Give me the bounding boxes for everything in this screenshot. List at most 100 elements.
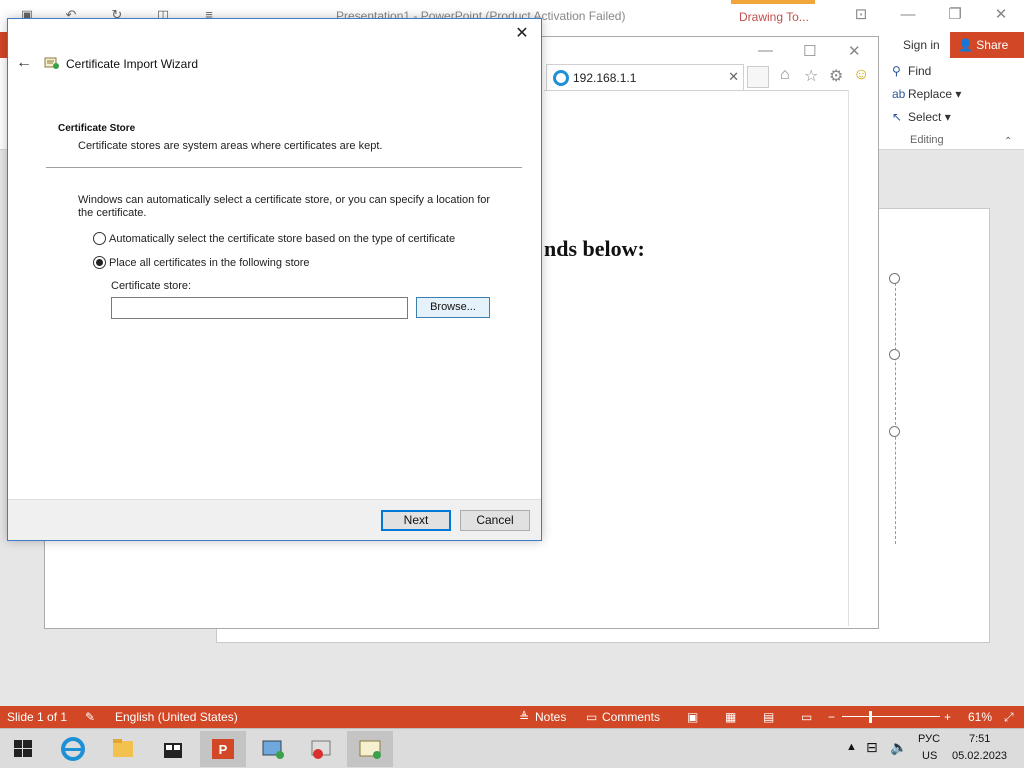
language-indicator[interactable]: English (United States) [115, 710, 238, 724]
ie-maximize-button[interactable]: ☐ [803, 42, 816, 60]
minimize-button[interactable]: — [893, 4, 923, 26]
fit-to-window-icon[interactable]: ⤢ [1004, 710, 1014, 725]
intro-text: Windows can automatically select a certi… [78, 194, 491, 219]
back-arrow-icon[interactable]: ← [14, 53, 34, 73]
radio-place-in-store[interactable]: Place all certificates in the following … [93, 256, 310, 269]
tab-close-icon[interactable]: ✕ [728, 69, 739, 85]
restore-button[interactable]: ❐ [940, 4, 970, 26]
normal-view-icon[interactable]: ▣ [687, 710, 698, 724]
powerpoint-taskbar-button[interactable]: P [200, 731, 246, 767]
ie-scrollbar[interactable] [848, 90, 849, 626]
signin-link[interactable]: Sign in [903, 38, 940, 52]
store-button[interactable] [150, 731, 196, 767]
certificate-store-input[interactable] [111, 297, 408, 319]
favorites-icon[interactable]: ☆ [804, 66, 818, 86]
taskbar: P ▲ ⊟ 🔈 РУС US 7:51 05.02.2023 [0, 728, 1024, 768]
wizard-footer: Next Cancel [8, 499, 541, 540]
select-button[interactable]: ↖ Select ▾ [892, 110, 951, 124]
resize-handle[interactable] [889, 273, 900, 284]
resize-handle[interactable] [889, 349, 900, 360]
replace-label: Replace [908, 87, 953, 101]
share-label: Share [976, 38, 1009, 52]
find-button[interactable]: ⚲ Find [892, 64, 931, 78]
browse-button[interactable]: Browse... [416, 297, 490, 318]
feedback-smiley-icon[interactable]: ☺ [853, 66, 869, 84]
powerpoint-icon: P [212, 739, 234, 759]
slide-counter: Slide 1 of 1 [7, 710, 68, 724]
show-hidden-icons[interactable]: ▲ [846, 741, 857, 753]
zoom-in-icon[interactable]: + [944, 710, 951, 724]
network-error-taskbar-button[interactable] [298, 731, 344, 767]
clock-date[interactable]: 05.02.2023 [952, 750, 1007, 762]
find-icon: ⚲ [892, 64, 901, 78]
select-label: Select [908, 110, 942, 124]
editing-group: ⚲ Find ab Replace ▾ ↖ Select ▾ Editing [880, 58, 980, 150]
editing-group-label: Editing [910, 134, 944, 146]
zoom-slider[interactable] [842, 716, 940, 717]
zoom-slider-thumb[interactable] [869, 711, 872, 723]
select-icon: ↖ [892, 110, 903, 124]
certmgr-taskbar-button[interactable] [250, 731, 296, 767]
svg-text:P: P [219, 742, 228, 757]
ie-favicon-icon [553, 70, 569, 86]
network-icon[interactable]: ⊟ [866, 739, 878, 756]
new-tab-button[interactable] [747, 66, 769, 88]
notes-button[interactable]: Notes [535, 710, 566, 724]
comments-button[interactable]: Comments [602, 710, 660, 724]
ribbon-display-options-icon[interactable]: ⊡ [846, 4, 876, 26]
certificate-icon [44, 57, 59, 69]
radio-auto-select[interactable]: Automatically select the certificate sto… [93, 232, 455, 245]
start-button[interactable] [0, 731, 46, 767]
comments-icon[interactable]: ▭ [586, 710, 597, 724]
header-divider [46, 167, 522, 168]
windows-logo-icon [14, 740, 32, 757]
volume-icon[interactable]: 🔈 [890, 739, 907, 756]
page-heading: nds below: [544, 236, 645, 261]
radio-place-label: Place all certificates in the following … [109, 256, 310, 269]
ie-tab[interactable]: 192.168.1.1 ✕ [546, 64, 744, 90]
find-label: Find [908, 64, 932, 78]
section-title: Certificate Store [58, 123, 136, 134]
reading-view-icon[interactable]: ▤ [763, 710, 774, 724]
close-button[interactable]: ✕ [986, 4, 1016, 26]
language-top[interactable]: РУС [918, 733, 940, 745]
notes-icon[interactable]: ≜ [519, 710, 529, 724]
zoom-level[interactable]: 61% [968, 710, 992, 724]
tab-drawing-tools[interactable]: Drawing To... [731, 0, 815, 32]
next-button[interactable]: Next [381, 510, 451, 531]
certificate-manager-icon [262, 740, 284, 759]
ie-minimize-button[interactable]: — [758, 42, 773, 59]
close-icon[interactable]: ✕ [511, 23, 533, 45]
share-icon: 👤 [958, 38, 977, 52]
certificate-wizard-icon [359, 740, 381, 759]
status-bar: Slide 1 of 1 ✎ English (United States) ≜… [0, 706, 1024, 728]
replace-button[interactable]: ab Replace ▾ [892, 87, 961, 101]
selected-textbox[interactable] [880, 278, 896, 544]
store-bag-icon [164, 743, 182, 758]
wizard-title: Certificate Import Wizard [66, 57, 199, 71]
radio-auto-label: Automatically select the certificate sto… [109, 232, 456, 245]
spellcheck-icon[interactable]: ✎ [85, 710, 95, 724]
slide-sorter-icon[interactable]: ▦ [725, 710, 736, 724]
cancel-button[interactable]: Cancel [460, 510, 530, 531]
replace-icon: ab [892, 87, 906, 101]
slideshow-icon[interactable]: ▭ [801, 710, 812, 724]
clock-time[interactable]: 7:51 [969, 733, 990, 745]
settings-gear-icon[interactable]: ⚙ [829, 66, 843, 86]
zoom-out-icon[interactable]: − [828, 710, 835, 724]
ie-toolbar-divider [544, 90, 849, 91]
wizard-taskbar-button[interactable] [347, 731, 393, 767]
section-description: Certificate stores are system areas wher… [78, 140, 383, 152]
certificate-store-label: Certificate store: [111, 280, 192, 292]
collapse-ribbon-icon[interactable]: ⌃ [1004, 136, 1012, 147]
ie-taskbar-button[interactable] [50, 731, 96, 767]
radio-button-checked[interactable] [93, 256, 106, 269]
share-button[interactable]: 👤 Share [950, 32, 1024, 58]
home-icon[interactable]: ⌂ [780, 66, 790, 84]
language-bottom[interactable]: US [922, 750, 937, 762]
tab-url: 192.168.1.1 [573, 71, 637, 85]
file-explorer-button[interactable] [100, 731, 146, 767]
resize-handle[interactable] [889, 426, 900, 437]
radio-button[interactable] [93, 232, 106, 245]
ie-close-button[interactable]: ✕ [848, 42, 861, 60]
